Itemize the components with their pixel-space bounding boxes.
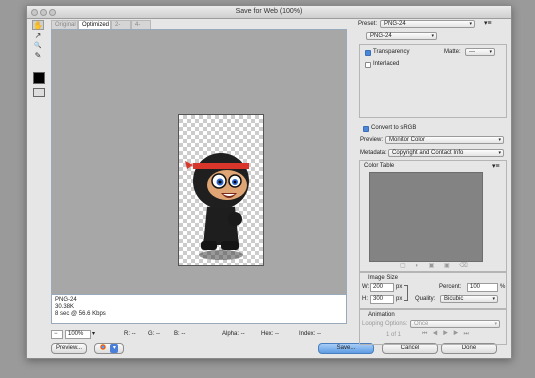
- preset-label: Preset:: [358, 21, 378, 27]
- convert-srgb-checkbox[interactable]: [363, 126, 369, 132]
- matte-value: ---: [469, 49, 475, 55]
- chevron-down-icon: ▾: [469, 21, 472, 27]
- matte-label: Matte:: [444, 49, 461, 55]
- title-bar: Save for Web (100%): [27, 6, 511, 19]
- quality-label: Quality:: [415, 296, 436, 302]
- looping-options-select[interactable]: Once ▾: [410, 320, 500, 328]
- optimized-image-preview[interactable]: [178, 114, 264, 266]
- preset-value: PNG-24: [384, 21, 406, 27]
- zoom-out-button[interactable]: −: [51, 330, 63, 339]
- eyedropper-tool-icon[interactable]: ✎: [32, 51, 44, 61]
- chevron-down-icon: ▾: [492, 296, 495, 302]
- slice-select-tool-icon[interactable]: ↗: [32, 31, 44, 41]
- percent-unit: %: [500, 284, 506, 290]
- looping-options-label: Looping Options:: [362, 321, 408, 327]
- tab-original[interactable]: Original: [51, 20, 78, 29]
- info-format: PNG-24: [55, 297, 77, 303]
- eyedropper-color-swatch[interactable]: [33, 72, 45, 84]
- color-table-controls[interactable]: ▢ ◐ ▣ ▣ ⌫: [400, 262, 480, 269]
- transparency-label: Transparency: [373, 49, 410, 55]
- preview-button[interactable]: Preview...: [51, 343, 87, 354]
- blue-readout: B: --: [174, 331, 186, 337]
- tab-optimized[interactable]: Optimized: [78, 20, 111, 29]
- metadata-select[interactable]: Copyright and Contact Info ▾: [388, 149, 504, 157]
- file-format-select[interactable]: PNG-24 ▾: [366, 32, 437, 40]
- color-table-panel: Color Table ▾≡ ▢ ◐ ▣ ▣ ⌫: [359, 160, 507, 272]
- animation-playback-controls[interactable]: ⏮◀▶▶⏭: [422, 331, 474, 338]
- quality-select[interactable]: Bicubic ▾: [440, 295, 498, 303]
- preview-canvas[interactable]: [51, 29, 347, 295]
- red-readout: R: --: [124, 331, 136, 337]
- optimization-info-panel: PNG-24 30.38K 8 sec @ 56.6 Kbps: [51, 295, 347, 324]
- hand-tool-icon[interactable]: ✋: [32, 20, 44, 30]
- preview-select[interactable]: Monitor Color ▾: [385, 136, 504, 144]
- transparency-checkbox[interactable]: [365, 50, 371, 56]
- zoom-dropdown-icon[interactable]: ▾: [92, 330, 95, 339]
- metadata-value: Copyright and Contact Info: [392, 150, 464, 156]
- file-format-value: PNG-24: [370, 33, 392, 39]
- format-options-box: Transparency Matte: --- ▾ Interlaced: [359, 44, 507, 118]
- chevron-down-icon: ▾: [110, 344, 119, 353]
- ninja-character-image: [185, 153, 249, 260]
- chevron-down-icon: ▾: [431, 33, 434, 39]
- frame-counter: 1 of 1: [386, 332, 402, 338]
- chevron-down-icon: ▾: [498, 150, 501, 156]
- height-label: H:: [362, 296, 368, 302]
- percent-label: Percent:: [439, 284, 462, 290]
- matte-select[interactable]: --- ▾: [465, 48, 495, 56]
- width-field[interactable]: 200: [370, 283, 394, 292]
- tool-palette: ✋ ↗ 🔍 ✎: [30, 20, 47, 104]
- preset-select[interactable]: PNG-24 ▾: [380, 20, 475, 28]
- alpha-readout: Alpha: --: [222, 331, 245, 337]
- color-table-menu-icon[interactable]: ▾≡: [492, 162, 500, 170]
- interlaced-label: Interlaced: [373, 61, 400, 67]
- image-size-panel: Image Size W: 200 px H: 300 px Percent: …: [359, 272, 507, 309]
- convert-srgb-label: Convert to sRGB: [371, 125, 417, 131]
- chevron-down-icon: ▾: [498, 137, 501, 143]
- info-download-speed: 8 sec @ 56.6 Kbps: [55, 311, 106, 317]
- green-readout: G: --: [148, 331, 160, 337]
- width-label: W:: [362, 284, 370, 290]
- constrain-proportions-link-icon[interactable]: [404, 285, 408, 301]
- tab-2-up[interactable]: 2-Up: [111, 20, 131, 37]
- percent-field[interactable]: 100: [467, 283, 498, 292]
- window-title: Save for Web (100%): [235, 8, 303, 15]
- quality-value: Bicubic: [444, 296, 464, 302]
- chevron-down-icon: ▾: [489, 49, 492, 55]
- optimize-menu-icon[interactable]: ▾≡: [484, 19, 492, 27]
- metadata-label: Metadata:: [360, 150, 387, 156]
- color-table-swatches[interactable]: [369, 172, 483, 262]
- preview-value: Monitor Color: [389, 137, 426, 143]
- zoom-tool-icon[interactable]: 🔍: [32, 41, 44, 51]
- color-table-label: Color Table: [364, 163, 395, 169]
- zoom-level-field[interactable]: 100%: [65, 330, 91, 339]
- animation-panel: Animation Looping Options: Once ▾ 1 of 1 …: [359, 309, 507, 345]
- chevron-down-icon: ▾: [494, 321, 497, 327]
- image-size-label: Image Size: [368, 275, 399, 281]
- animation-label: Animation: [368, 312, 395, 318]
- height-field[interactable]: 300: [370, 295, 394, 304]
- browser-select-button[interactable]: ▾: [94, 343, 124, 354]
- interlaced-checkbox[interactable]: [365, 62, 371, 68]
- optimization-settings-panel: Preset: PNG-24 ▾ ▾≡ PNG-24 ▾ Transparency …: [358, 19, 508, 349]
- looping-value: Once: [414, 321, 429, 327]
- browser-icon: [99, 344, 106, 351]
- index-readout: Index: --: [299, 331, 322, 337]
- save-for-web-window: Save for Web (100%) ✋ ↗ 🔍 ✎ Original Opt…: [26, 5, 512, 359]
- status-bar: − 100% ▾ R: -- G: -- B: -- Alpha: -- Hex…: [51, 330, 347, 339]
- width-unit: px: [396, 284, 403, 290]
- toggle-slices-visibility-icon[interactable]: [33, 88, 45, 97]
- hex-readout: Hex: --: [261, 331, 279, 337]
- tab-4-up[interactable]: 4-Up: [131, 20, 151, 37]
- preview-label: Preview:: [360, 137, 384, 143]
- height-unit: px: [396, 296, 403, 302]
- info-file-size: 30.38K: [55, 304, 75, 310]
